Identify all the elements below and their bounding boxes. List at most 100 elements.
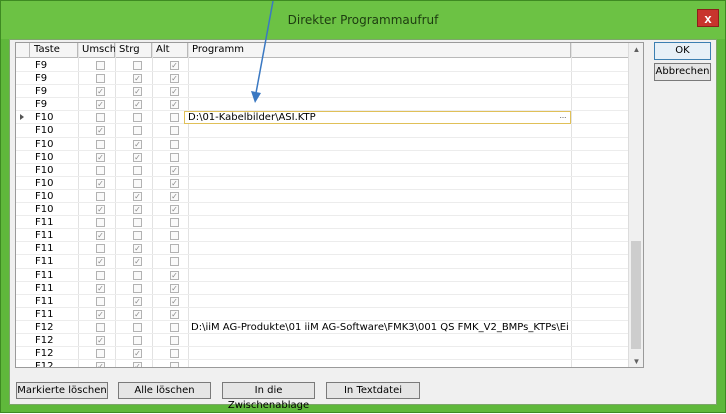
ctrl-checkbox[interactable]: ✓: [133, 191, 142, 201]
ctrl-checkbox[interactable]: [133, 335, 142, 345]
ctrl-checkbox[interactable]: [133, 113, 142, 123]
program-cell[interactable]: [188, 255, 568, 268]
table-row[interactable]: F11 ✓ ✓: [16, 282, 628, 295]
ctrl-checkbox[interactable]: ✓: [133, 100, 142, 110]
row-indicator[interactable]: [16, 111, 30, 124]
shift-checkbox[interactable]: [96, 270, 105, 280]
shift-checkbox[interactable]: [96, 244, 105, 254]
shift-checkbox[interactable]: ✓: [96, 257, 105, 267]
table-row[interactable]: F12 ✓: [16, 334, 628, 348]
table-row[interactable]: F12 ✓: [16, 347, 628, 361]
ctrl-checkbox[interactable]: ✓: [133, 257, 142, 267]
row-indicator[interactable]: [16, 151, 30, 164]
table-row[interactable]: F10 ✓ ✓ ✓: [16, 203, 628, 217]
table-row[interactable]: F10 ✓: [16, 164, 628, 177]
table-row[interactable]: F10 D:\01-Kabelbilder\ASI.KTP...: [16, 111, 628, 125]
shift-checkbox[interactable]: ✓: [96, 205, 105, 215]
shift-checkbox[interactable]: ✓: [96, 231, 105, 241]
alt-checkbox[interactable]: [170, 335, 179, 345]
ctrl-checkbox[interactable]: ✓: [133, 152, 142, 162]
table-row[interactable]: F10 ✓: [16, 124, 628, 138]
table-row[interactable]: F11 ✓: [16, 269, 628, 282]
program-cell[interactable]: [188, 98, 568, 111]
row-indicator[interactable]: [16, 360, 30, 367]
program-cell[interactable]: [188, 190, 568, 203]
row-indicator[interactable]: [16, 164, 30, 177]
table-row[interactable]: F9 ✓ ✓ ✓: [16, 98, 628, 112]
program-cell[interactable]: [188, 334, 568, 347]
row-indicator[interactable]: [16, 59, 30, 72]
alt-checkbox[interactable]: ✓: [170, 296, 179, 306]
ctrl-checkbox[interactable]: [133, 283, 142, 293]
program-cell[interactable]: [188, 242, 568, 255]
row-indicator[interactable]: [16, 98, 30, 111]
row-indicator[interactable]: [16, 229, 30, 242]
ctrl-checkbox[interactable]: ✓: [133, 205, 142, 215]
close-button[interactable]: x: [697, 9, 719, 27]
delete-all-button[interactable]: Alle löschen: [118, 382, 211, 399]
shift-checkbox[interactable]: [96, 322, 105, 332]
shift-checkbox[interactable]: ✓: [96, 126, 105, 136]
row-indicator[interactable]: [16, 203, 30, 216]
alt-checkbox[interactable]: [170, 139, 179, 149]
row-indicator[interactable]: [16, 190, 30, 203]
row-indicator[interactable]: [16, 72, 30, 85]
program-cell[interactable]: [188, 308, 568, 321]
shift-checkbox[interactable]: ✓: [96, 362, 105, 367]
program-path-input[interactable]: D:\01-Kabelbilder\ASI.KTP...: [184, 111, 571, 125]
title-bar[interactable]: Direkter Programmaufruf x: [1, 1, 725, 39]
alt-checkbox[interactable]: [170, 152, 179, 162]
shift-checkbox[interactable]: [96, 74, 105, 84]
table-row[interactable]: F11 ✓: [16, 229, 628, 243]
row-indicator[interactable]: [16, 295, 30, 308]
alt-checkbox[interactable]: ✓: [170, 309, 179, 319]
table-row[interactable]: F10 ✓: [16, 138, 628, 151]
alt-checkbox[interactable]: [170, 349, 179, 359]
ctrl-checkbox[interactable]: [133, 165, 142, 175]
header-key[interactable]: Taste: [30, 43, 78, 58]
table-row[interactable]: F11 ✓: [16, 242, 628, 256]
alt-checkbox[interactable]: [170, 244, 179, 254]
ctrl-checkbox[interactable]: ✓: [133, 87, 142, 97]
table-row[interactable]: F11 ✓ ✓: [16, 295, 628, 308]
ctrl-checkbox[interactable]: ✓: [133, 74, 142, 84]
alt-checkbox[interactable]: ✓: [170, 165, 179, 175]
row-indicator[interactable]: [16, 124, 30, 137]
alt-checkbox[interactable]: ✓: [170, 100, 179, 110]
save-textfile-button[interactable]: In Textdatei: [326, 382, 420, 399]
shift-checkbox[interactable]: [96, 218, 105, 228]
table-row[interactable]: F12 D:\iiM AG-Produkte\01 iiM AG-Software…: [16, 321, 628, 334]
ctrl-checkbox[interactable]: ✓: [133, 362, 142, 367]
table-row[interactable]: F11: [16, 216, 628, 230]
shift-checkbox[interactable]: [96, 61, 105, 70]
ctrl-checkbox[interactable]: ✓: [133, 139, 142, 149]
delete-marked-button[interactable]: Markierte löschen: [16, 382, 108, 399]
ctrl-checkbox[interactable]: [133, 270, 142, 280]
table-row[interactable]: F11 ✓ ✓ ✓: [16, 308, 628, 321]
row-indicator[interactable]: [16, 138, 30, 151]
shift-checkbox[interactable]: ✓: [96, 178, 105, 188]
shift-checkbox[interactable]: ✓: [96, 309, 105, 319]
header-shift[interactable]: Umsch: [78, 43, 116, 58]
alt-checkbox[interactable]: [170, 218, 179, 228]
header-program[interactable]: Programm: [188, 43, 571, 58]
program-cell[interactable]: [188, 124, 568, 137]
ctrl-checkbox[interactable]: [133, 231, 142, 241]
program-cell[interactable]: D:\iiM AG-Produkte\01 iiM AG-Software\FM…: [188, 321, 568, 334]
program-cell[interactable]: [188, 216, 568, 229]
alt-checkbox[interactable]: [170, 362, 179, 367]
shift-checkbox[interactable]: ✓: [96, 152, 105, 162]
row-indicator[interactable]: [16, 334, 30, 347]
ctrl-checkbox[interactable]: [133, 178, 142, 188]
row-indicator[interactable]: [16, 321, 30, 334]
alt-checkbox[interactable]: ✓: [170, 191, 179, 201]
program-cell[interactable]: [188, 85, 568, 98]
shift-checkbox[interactable]: ✓: [96, 100, 105, 110]
alt-checkbox[interactable]: ✓: [170, 205, 179, 215]
row-indicator[interactable]: [16, 282, 30, 295]
table-row[interactable]: F9 ✓ ✓ ✓: [16, 85, 628, 99]
row-indicator[interactable]: [16, 177, 30, 190]
table-row[interactable]: F10 ✓ ✓: [16, 151, 628, 164]
header-ctrl[interactable]: Strg: [115, 43, 152, 58]
copy-to-clipboard-button[interactable]: In die Zwischenablage: [222, 382, 315, 411]
